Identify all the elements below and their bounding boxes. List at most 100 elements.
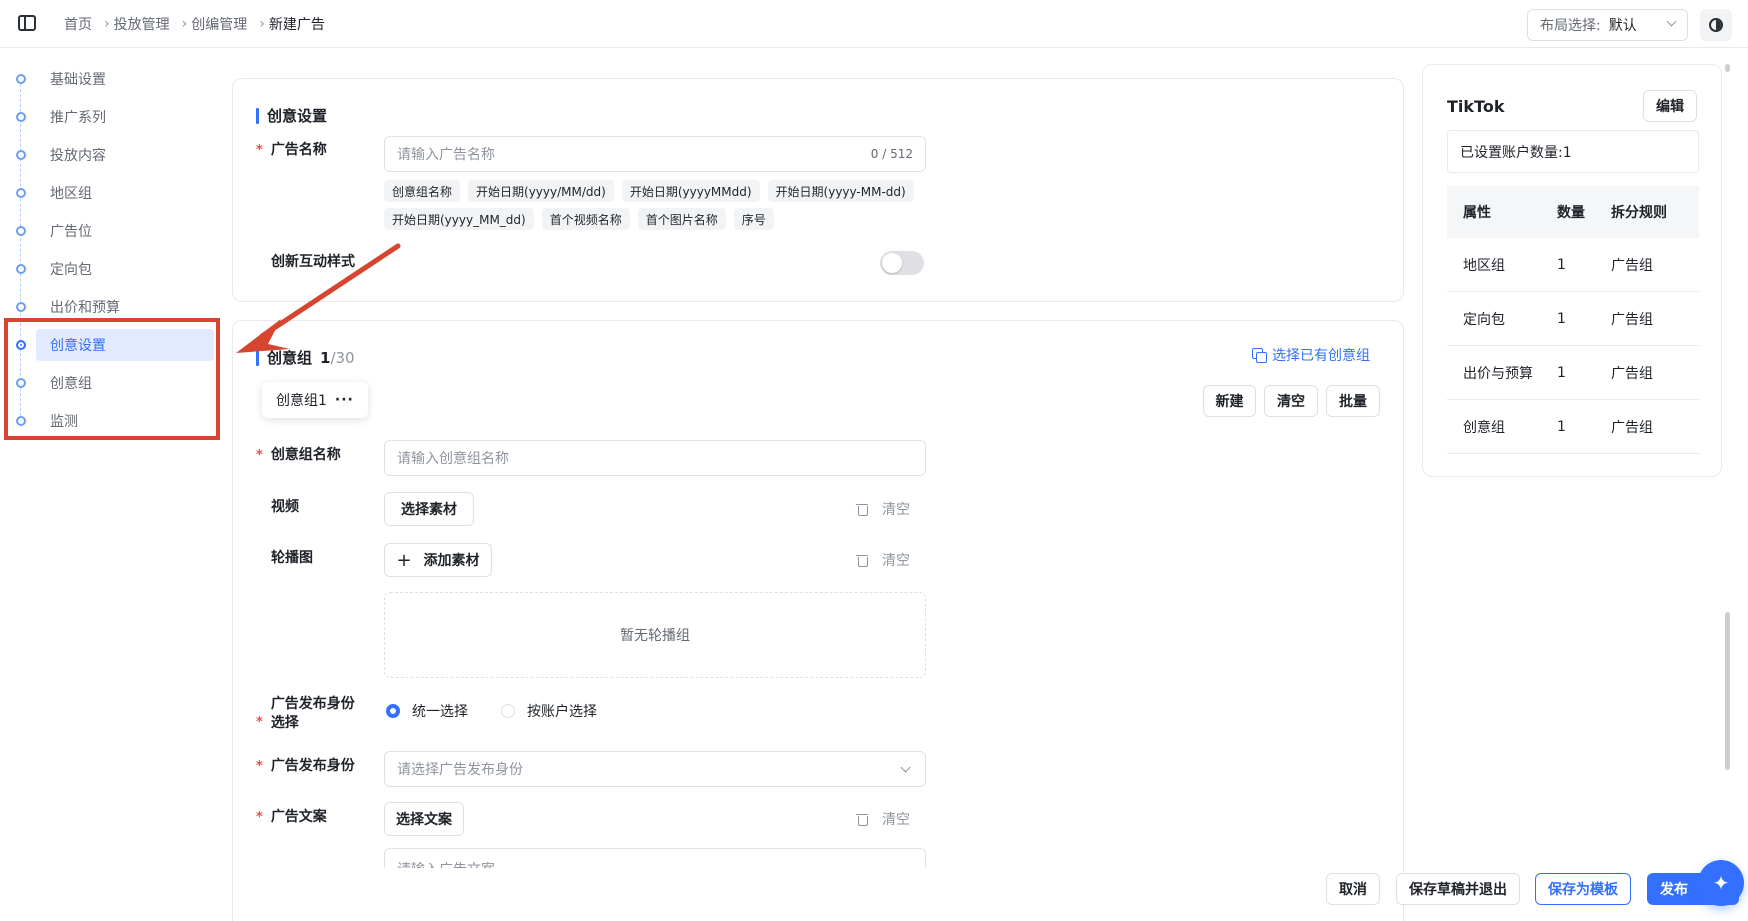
breadcrumb-creative[interactable]: 创编管理	[191, 14, 247, 34]
save-draft-button[interactable]: 保存草稿并退出	[1396, 873, 1520, 905]
table-cell: 广告组	[1611, 365, 1653, 382]
add-carousel-button[interactable]: + 添加素材	[384, 543, 492, 577]
nav-item-targeting[interactable]: 定向包	[36, 253, 214, 285]
nav-item-placement[interactable]: 广告位	[36, 215, 214, 247]
table-cell: 创意组	[1463, 419, 1505, 436]
trash-icon	[856, 812, 868, 826]
title-accent-bar	[256, 107, 259, 124]
carousel-empty-state: 暂无轮播组	[384, 592, 926, 678]
layout-select-value: 默认	[1608, 18, 1637, 34]
clear-video-action[interactable]: 清空	[856, 499, 910, 519]
theme-toggle-button[interactable]	[1700, 9, 1732, 41]
clear-carousel-action[interactable]: 清空	[856, 550, 910, 570]
table-row: 地区组 1 广告组	[1447, 238, 1699, 292]
table-header-row: 属性 数量 拆分规则	[1447, 186, 1699, 238]
top-header: 首页 › 投放管理 › 创编管理 › 新建广告 布局选择: 默认	[0, 0, 1748, 48]
breadcrumb-separator-icon: ›	[104, 16, 110, 32]
clear-carousel-text: 清空	[882, 553, 910, 569]
group-name-input[interactable]: 请输入创意组名称	[384, 440, 926, 476]
macro-tag[interactable]: 开始日期(yyyy_MM_dd)	[384, 208, 534, 230]
radio-unified[interactable]: 统一选择	[386, 701, 468, 721]
clear-copy-text: 清空	[882, 812, 910, 828]
macro-tag[interactable]: 序号	[733, 208, 774, 230]
macro-tag[interactable]: 开始日期(yyyy-MM-dd)	[767, 180, 914, 202]
clear-copy-action[interactable]: 清空	[856, 809, 910, 829]
table-cell: 定向包	[1463, 311, 1505, 328]
title-accent-bar	[256, 349, 259, 366]
macro-tag[interactable]: 开始日期(yyyy/MM/dd)	[468, 180, 614, 202]
nav-item-campaign[interactable]: 推广系列	[36, 101, 214, 133]
identity-select-label-line2: 选择	[270, 715, 299, 731]
video-label: 视频	[271, 499, 299, 515]
clear-video-text: 清空	[882, 502, 910, 518]
group-name-label: * 创意组名称	[256, 446, 341, 465]
table-cell: 1	[1557, 310, 1566, 327]
account-summary-panel: TikTok 编辑 已设置账户数量:1 属性 数量 拆分规则 地区组 1 广告组…	[1422, 64, 1722, 477]
nav-item-region[interactable]: 地区组	[36, 177, 214, 209]
layout-select-label: 布局选择:	[1540, 18, 1601, 34]
sidebar-toggle-icon[interactable]	[18, 15, 36, 31]
copy-placeholder: 请输入广告文案	[397, 859, 495, 868]
radio-dot	[386, 704, 400, 718]
macro-tag[interactable]: 创意组名称	[384, 180, 461, 202]
table-row: 创意组 1 广告组	[1447, 400, 1699, 454]
scrollbar-top-thumb[interactable]	[1725, 64, 1730, 72]
breadcrumb-delivery[interactable]: 投放管理	[114, 14, 170, 34]
ad-name-input[interactable]: 请输入广告名称 0 / 512	[384, 136, 926, 172]
breadcrumb-home[interactable]: 首页	[64, 14, 92, 34]
sparkle-icon: ✦	[1712, 871, 1730, 895]
name-macro-tags: 创意组名称 开始日期(yyyy/MM/dd) 开始日期(yyyyMMdd) 开始…	[384, 180, 944, 230]
required-mark: *	[256, 143, 263, 158]
select-copy-button[interactable]: 选择文案	[384, 802, 464, 836]
copy-icon	[1252, 348, 1267, 363]
identity-select-label: * 广告发布身份 选择	[256, 695, 355, 733]
edit-button[interactable]: 编辑	[1643, 90, 1697, 122]
ad-name-placeholder: 请输入广告名称	[397, 147, 495, 163]
nav-dot	[16, 302, 26, 312]
radio-by-account[interactable]: 按账户选择	[501, 701, 597, 721]
creative-group-tab-label: 创意组1	[276, 393, 327, 409]
chevron-down-icon	[900, 762, 911, 773]
radio-dot	[501, 704, 515, 718]
copy-textarea[interactable]: 请输入广告文案	[384, 848, 926, 868]
nav-item-basic[interactable]: 基础设置	[36, 63, 214, 95]
switch-knob	[882, 253, 902, 273]
table-cell: 1	[1557, 364, 1566, 381]
contrast-icon	[1709, 18, 1723, 32]
copy-label-text: 广告文案	[270, 809, 327, 825]
identity-select[interactable]: 请选择广告发布身份	[384, 751, 926, 787]
chevron-down-icon	[1666, 16, 1677, 27]
page-scrollbar-thumb[interactable]	[1725, 612, 1730, 770]
more-icon[interactable]: ···	[335, 392, 354, 408]
interactive-style-switch[interactable]	[880, 251, 924, 275]
nav-item-content[interactable]: 投放内容	[36, 139, 214, 171]
radio-unified-label: 统一选择	[412, 704, 468, 720]
batch-button[interactable]: 批量	[1326, 385, 1380, 417]
new-group-button[interactable]: 新建	[1203, 385, 1256, 417]
table-header: 属性	[1463, 205, 1491, 221]
ai-assistant-button[interactable]: ✦	[1698, 860, 1744, 906]
table-header: 拆分规则	[1611, 205, 1667, 221]
identity-placeholder: 请选择广告发布身份	[397, 762, 523, 778]
clear-groups-button[interactable]: 清空	[1264, 385, 1318, 417]
cancel-button[interactable]: 取消	[1326, 873, 1380, 905]
radio-by-account-label: 按账户选择	[527, 704, 597, 720]
select-video-button[interactable]: 选择素材	[384, 492, 474, 526]
table-cell: 1	[1557, 418, 1566, 435]
table-cell: 1	[1557, 256, 1566, 273]
macro-tag[interactable]: 首个图片名称	[637, 208, 726, 230]
macro-tag[interactable]: 开始日期(yyyyMMdd)	[621, 180, 760, 202]
trash-icon	[856, 502, 868, 516]
save-template-button[interactable]: 保存为模板	[1535, 873, 1631, 905]
layout-select[interactable]: 布局选择: 默认	[1527, 9, 1688, 41]
creative-settings-title: 创意设置	[256, 105, 327, 126]
ad-name-label-text: 广告名称	[270, 142, 327, 158]
select-existing-group-link[interactable]: 选择已有创意组	[1252, 345, 1370, 365]
annotation-highlight-box	[4, 318, 220, 440]
breadcrumb: 首页 › 投放管理 › 创编管理 › 新建广告	[64, 14, 337, 34]
creative-group-tab[interactable]: 创意组1 ···	[262, 382, 368, 418]
breadcrumb-current: 新建广告	[268, 17, 325, 33]
macro-tag[interactable]: 首个视频名称	[541, 208, 630, 230]
nav-dot	[16, 74, 26, 84]
table-cell: 广告组	[1611, 311, 1653, 328]
